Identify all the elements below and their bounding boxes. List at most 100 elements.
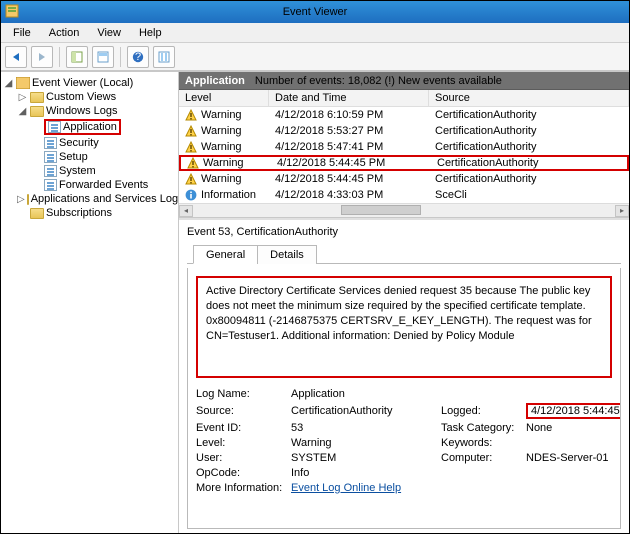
tree-subscriptions[interactable]: Subscriptions xyxy=(3,206,176,220)
navigation-tree[interactable]: ◢ Event Viewer (Local) ▷ Custom Views ◢ … xyxy=(1,72,179,533)
app-icon xyxy=(5,4,19,18)
tree-label: Forwarded Events xyxy=(59,179,148,191)
cell-source: CertificationAuthority xyxy=(429,139,629,155)
event-row[interactable]: Warning 4/12/2018 5:47:41 PMCertification… xyxy=(179,139,629,155)
show-hide-tree-button[interactable] xyxy=(66,46,88,68)
cell-level: Warning xyxy=(201,141,242,153)
detail-tabs: General Details xyxy=(187,244,621,264)
detail-title: Event 53, CertificationAuthority xyxy=(187,226,621,240)
val-opcode: Info xyxy=(291,467,441,479)
cell-level: Warning xyxy=(203,157,244,169)
help-button[interactable]: ? xyxy=(127,46,149,68)
link-online-help[interactable]: Event Log Online Help xyxy=(291,482,401,494)
count-label: Number of events: xyxy=(255,75,345,87)
cell-source: CertificationAuthority xyxy=(429,123,629,139)
expander-icon[interactable]: ◢ xyxy=(17,106,28,117)
warning-icon xyxy=(187,157,199,169)
val-computer: NDES-Server-01 xyxy=(526,452,621,464)
val-taskcat: None xyxy=(526,422,621,434)
window-title: Event Viewer xyxy=(283,6,348,18)
forward-button[interactable] xyxy=(31,46,53,68)
cell-level: Warning xyxy=(201,109,242,121)
col-datetime[interactable]: Date and Time xyxy=(269,90,429,107)
tree-label: Windows Logs xyxy=(46,105,118,117)
svg-text:?: ? xyxy=(135,51,141,63)
col-source[interactable]: Source xyxy=(429,90,629,107)
cell-source: SceCli xyxy=(429,187,629,203)
tree-windows-logs[interactable]: ◢ Windows Logs xyxy=(3,104,176,118)
tree-setup[interactable]: Setup xyxy=(3,150,176,164)
event-grid[interactable]: Level Date and Time Source Event ID Warn… xyxy=(179,90,629,218)
lbl-computer: Computer: xyxy=(441,452,526,464)
expander-icon[interactable]: ▷ xyxy=(17,194,25,205)
menu-bar: File Action View Help xyxy=(1,23,629,43)
list-summary-bar: Application Number of events: 18,082 (!)… xyxy=(179,72,629,90)
event-detail-pane: Event 53, CertificationAuthority General… xyxy=(179,218,629,533)
menu-help[interactable]: Help xyxy=(131,25,170,41)
menu-action[interactable]: Action xyxy=(41,25,88,41)
cell-level: Warning xyxy=(201,173,242,185)
toolbar: ? xyxy=(1,43,629,71)
folder-icon xyxy=(30,208,44,219)
cell-datetime: 4/12/2018 4:33:03 PM xyxy=(269,187,429,203)
tab-details[interactable]: Details xyxy=(257,245,317,264)
event-row[interactable]: Warning 4/12/2018 5:44:45 PMCertification… xyxy=(179,171,629,187)
val-eventid: 53 xyxy=(291,422,441,434)
event-row[interactable]: Warning4/12/2018 5:44:45 PMCertification… xyxy=(179,155,629,171)
menu-file[interactable]: File xyxy=(5,25,39,41)
tree-custom-views[interactable]: ▷ Custom Views xyxy=(3,90,176,104)
val-source: CertificationAuthority xyxy=(291,405,441,417)
tree-label: Setup xyxy=(59,151,88,163)
folder-icon xyxy=(27,194,29,205)
lbl-keywords: Keywords: xyxy=(441,437,526,449)
cell-source: CertificationAuthority xyxy=(429,171,629,187)
title-bar[interactable]: Event Viewer xyxy=(1,1,629,23)
cell-datetime: 4/12/2018 5:47:41 PM xyxy=(269,139,429,155)
tab-body-general: Active Directory Certificate Services de… xyxy=(187,268,621,529)
event-row[interactable]: Warning4/12/2018 6:10:59 PMCertification… xyxy=(179,107,629,123)
cell-source: CertificationAuthority xyxy=(431,157,629,169)
grid-header[interactable]: Level Date and Time Source Event ID xyxy=(179,90,629,107)
tab-general[interactable]: General xyxy=(193,245,258,264)
event-message[interactable]: Active Directory Certificate Services de… xyxy=(196,276,612,378)
val-logname: Application xyxy=(291,388,441,400)
event-row[interactable]: Information4/12/2018 4:33:03 PMSceCli170… xyxy=(179,187,629,203)
tree-label: Applications and Services Logs xyxy=(31,193,179,205)
lbl-taskcat: Task Category: xyxy=(441,422,526,434)
warning-icon xyxy=(185,141,197,153)
val-level: Warning xyxy=(291,437,441,449)
event-row[interactable]: Warning4/12/2018 5:53:27 PMCertification… xyxy=(179,123,629,139)
tree-forwarded[interactable]: Forwarded Events xyxy=(3,178,176,192)
col-level[interactable]: Level xyxy=(179,90,269,107)
tree-security[interactable]: Security xyxy=(3,136,176,150)
lbl-user: User: xyxy=(196,452,291,464)
tree-application[interactable]: Application xyxy=(3,118,176,136)
horizontal-scrollbar[interactable]: ◂ ▸ xyxy=(179,203,629,217)
expander-icon[interactable]: ◢ xyxy=(3,78,14,89)
info-icon xyxy=(185,189,197,201)
tree-system[interactable]: System xyxy=(3,164,176,178)
back-button[interactable] xyxy=(5,46,27,68)
properties-button[interactable] xyxy=(92,46,114,68)
lbl-logname: Log Name: xyxy=(196,388,291,400)
eventviewer-icon xyxy=(16,77,30,89)
tree-label: Security xyxy=(59,137,99,149)
scroll-left-button[interactable]: ◂ xyxy=(179,205,193,217)
scroll-right-button[interactable]: ▸ xyxy=(615,205,629,217)
scroll-thumb[interactable] xyxy=(341,205,421,215)
menu-view[interactable]: View xyxy=(89,25,129,41)
cell-level: Information xyxy=(201,189,256,201)
folder-icon xyxy=(30,92,44,103)
tree-apps-services-logs[interactable]: ▷ Applications and Services Logs xyxy=(3,192,176,206)
tree-label: System xyxy=(59,165,96,177)
cell-datetime: 4/12/2018 6:10:59 PM xyxy=(269,107,429,123)
val-logged: 4/12/2018 5:44:45 PM xyxy=(526,403,621,419)
scroll-track[interactable] xyxy=(193,205,615,217)
refresh-button[interactable] xyxy=(153,46,175,68)
tree-root[interactable]: ◢ Event Viewer (Local) xyxy=(3,76,176,90)
log-icon xyxy=(48,121,61,133)
tree-label: Custom Views xyxy=(46,91,116,103)
expander-icon[interactable]: ▷ xyxy=(17,92,28,103)
tree-label: Application xyxy=(63,121,117,133)
cell-datetime: 4/12/2018 5:44:45 PM xyxy=(269,171,429,187)
